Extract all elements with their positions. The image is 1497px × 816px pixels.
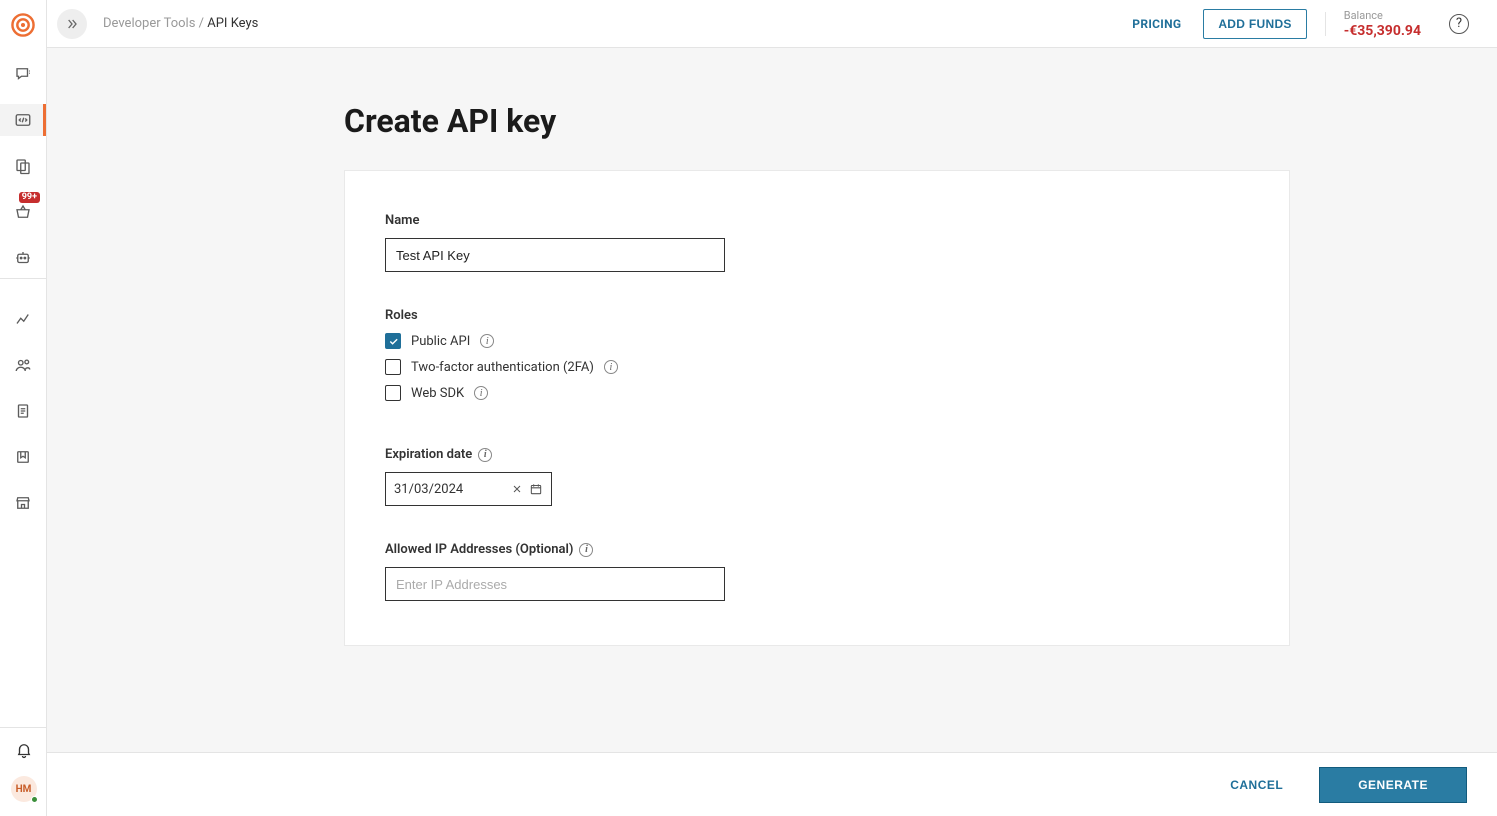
- info-icon[interactable]: i: [604, 360, 618, 374]
- info-icon[interactable]: i: [579, 543, 593, 557]
- badge-count: 99+: [19, 192, 40, 203]
- page-title: Create API key: [344, 102, 1497, 140]
- breadcrumb-parent[interactable]: Developer Tools: [103, 16, 195, 31]
- clear-date-icon[interactable]: [511, 483, 523, 495]
- nav-inbox-icon[interactable]: [0, 58, 46, 90]
- sidebar-bottom: HM: [0, 727, 47, 816]
- topbar: Developer Tools / API Keys PRICING ADD F…: [47, 0, 1497, 48]
- nav-analytics-icon[interactable]: [0, 303, 46, 335]
- balance-value: -€35,390.94: [1344, 23, 1421, 39]
- role-label: Public API: [411, 334, 470, 349]
- role-checkbox[interactable]: [385, 385, 401, 401]
- expiration-input[interactable]: 31/03/2024: [385, 472, 552, 506]
- status-dot: [31, 796, 38, 803]
- pricing-link[interactable]: PRICING: [1132, 17, 1181, 31]
- app-logo[interactable]: [10, 12, 36, 38]
- nav-doc-icon[interactable]: [0, 395, 46, 427]
- balance-label: Balance: [1344, 9, 1421, 22]
- info-icon[interactable]: i: [478, 448, 492, 462]
- name-label: Name: [385, 213, 1249, 228]
- info-icon[interactable]: i: [480, 334, 494, 348]
- avatar-initials: HM: [16, 784, 32, 795]
- nav-developer-tools-icon[interactable]: [0, 104, 46, 136]
- role-row-web-sdk: Web SDK i: [385, 385, 1249, 401]
- roles-label: Roles: [385, 308, 1249, 323]
- nav-bot-icon[interactable]: [0, 242, 46, 274]
- nav-basket-icon[interactable]: 99+: [0, 196, 46, 228]
- role-label: Web SDK: [411, 386, 464, 401]
- role-row-2fa: Two-factor authentication (2FA) i: [385, 359, 1249, 375]
- nav-copy-icon[interactable]: [0, 150, 46, 182]
- help-button[interactable]: ?: [1449, 14, 1469, 34]
- main-content: Create API key Name Roles Public API i T…: [47, 48, 1497, 816]
- expand-sidebar-button[interactable]: [57, 9, 87, 39]
- footer-bar: CANCEL GENERATE: [47, 752, 1497, 816]
- calendar-icon[interactable]: [529, 482, 543, 496]
- balance-block: Balance -€35,390.94: [1344, 9, 1421, 39]
- role-checkbox[interactable]: [385, 333, 401, 349]
- user-avatar[interactable]: HM: [11, 776, 37, 802]
- role-checkbox[interactable]: [385, 359, 401, 375]
- breadcrumb-current: API Keys: [207, 16, 258, 31]
- info-icon[interactable]: i: [474, 386, 488, 400]
- nav-shop-icon[interactable]: [0, 487, 46, 519]
- expiration-value: 31/03/2024: [394, 482, 505, 497]
- vertical-divider: [1325, 12, 1326, 36]
- nav-bookmark-icon[interactable]: [0, 441, 46, 473]
- name-input[interactable]: [385, 238, 725, 272]
- role-label: Two-factor authentication (2FA): [411, 360, 594, 375]
- ip-input[interactable]: [385, 567, 725, 601]
- sidebar: 99+ HM: [0, 0, 47, 816]
- role-row-public-api: Public API i: [385, 333, 1249, 349]
- expiration-label: Expiration date i: [385, 447, 1249, 462]
- cancel-button[interactable]: CANCEL: [1230, 778, 1283, 792]
- nav-users-icon[interactable]: [0, 349, 46, 381]
- notifications-icon[interactable]: [0, 728, 47, 772]
- form-card: Name Roles Public API i Two-factor authe…: [344, 170, 1290, 646]
- generate-button[interactable]: GENERATE: [1319, 767, 1467, 803]
- breadcrumb: Developer Tools / API Keys: [103, 16, 258, 31]
- ip-label: Allowed IP Addresses (Optional) i: [385, 542, 1249, 557]
- add-funds-button[interactable]: ADD FUNDS: [1203, 9, 1306, 39]
